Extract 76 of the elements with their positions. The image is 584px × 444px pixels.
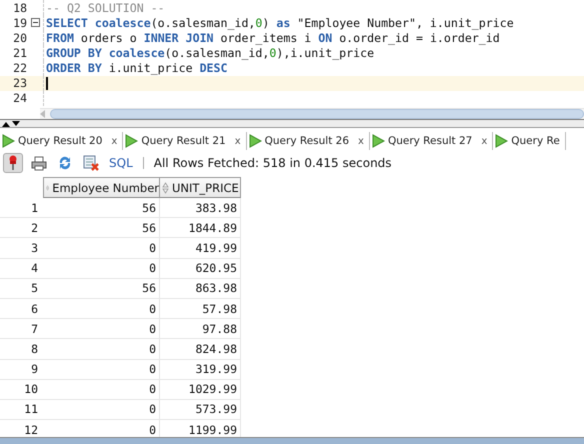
table-cell: 56 xyxy=(44,218,160,238)
collapse-icon[interactable] xyxy=(30,18,40,28)
delete-icon xyxy=(82,155,100,171)
result-tab[interactable]: Query Result 21 x xyxy=(123,132,247,150)
status-text: All Rows Fetched: 518 in 0.415 seconds xyxy=(154,156,392,170)
row-number: 1 xyxy=(0,198,44,218)
column-header[interactable]: Employee Number xyxy=(43,177,160,198)
code-line: ORDER BY i.unit_price DESC xyxy=(45,61,228,76)
table-cell: 419.99 xyxy=(160,238,241,259)
play-icon xyxy=(495,134,508,148)
close-button[interactable]: x xyxy=(234,136,241,146)
pin-icon xyxy=(7,155,19,171)
line-number: 20 xyxy=(12,30,27,45)
sql-link[interactable]: SQL xyxy=(109,156,133,170)
play-icon xyxy=(372,134,385,148)
column-title: Employee Number xyxy=(52,180,159,194)
table-cell: 97.88 xyxy=(160,319,241,340)
table-cell: 383.98 xyxy=(160,198,241,218)
table-cell: 1029.99 xyxy=(160,380,241,400)
table-cell: 0 xyxy=(44,298,160,320)
close-button[interactable]: x xyxy=(358,136,364,146)
line-number: 23 xyxy=(12,76,27,90)
table-cell: 0 xyxy=(44,400,160,420)
refresh-icon xyxy=(57,155,73,171)
horizontal-scrollbar[interactable] xyxy=(0,437,584,444)
code-line: GROUP BY coalesce(o.salesman_id,0),i.unit_price xyxy=(45,46,374,60)
table-cell: 824.98 xyxy=(160,339,241,360)
play-icon xyxy=(248,134,262,148)
table-cell: 56 xyxy=(44,198,160,218)
row-number: 2 xyxy=(0,218,44,238)
row-number: 10 xyxy=(0,380,44,400)
row-number: 11 xyxy=(0,400,44,420)
table-cell: 0 xyxy=(44,238,160,259)
pin-button[interactable] xyxy=(3,153,23,173)
table-cell: 0 xyxy=(44,258,160,279)
sort-icon xyxy=(162,182,169,194)
close-button[interactable]: x xyxy=(111,136,118,146)
table-cell: 56 xyxy=(44,278,160,299)
row-number: 6 xyxy=(0,298,44,320)
row-number: 7 xyxy=(0,319,44,340)
play-icon xyxy=(2,134,15,148)
splitter-arrows-icon[interactable] xyxy=(2,120,20,126)
table-cell: 0 xyxy=(44,380,160,400)
table-cell: 319.99 xyxy=(160,360,241,380)
line-number: 24 xyxy=(12,91,27,106)
line-number: 19 xyxy=(12,16,27,30)
printer-icon xyxy=(31,156,47,170)
row-number: 3 xyxy=(0,238,44,259)
table-cell: 0 xyxy=(44,339,160,360)
line-number: 21 xyxy=(12,46,27,60)
line-number: 22 xyxy=(12,61,27,76)
row-number: 9 xyxy=(0,360,44,380)
row-number: 5 xyxy=(0,278,44,299)
result-tab[interactable]: Query Result 26 x xyxy=(246,132,370,150)
code-line: FROM orders o INNER JOIN order_items i ON o.order_id = i.order_id xyxy=(45,30,500,45)
table-cell: 0 xyxy=(44,360,160,380)
result-tab[interactable]: Query Re xyxy=(493,132,566,150)
table-cell: 573.99 xyxy=(160,400,241,420)
table-cell: 0 xyxy=(44,319,160,340)
column-header[interactable]: UNIT_PRICE xyxy=(159,177,241,198)
table-cell: 620.95 xyxy=(160,258,241,279)
row-number: 8 xyxy=(0,339,44,360)
delete-button[interactable] xyxy=(81,153,101,173)
code-line: -- Q2 SOLUTION -- xyxy=(45,0,165,15)
result-tab[interactable]: Query Result 27 x xyxy=(370,132,494,150)
table-cell: 863.98 xyxy=(160,278,241,299)
play-icon xyxy=(125,134,138,148)
column-title: UNIT_PRICE xyxy=(172,180,239,194)
table-cell: 1844.89 xyxy=(160,218,241,238)
close-button[interactable]: x xyxy=(481,136,488,146)
result-tab[interactable]: Query Result 20 x xyxy=(0,132,124,150)
line-number: 18 xyxy=(12,0,27,15)
text-cursor xyxy=(46,76,48,90)
code-line: SELECT coalesce(o.salesman_id,0) as "Employee Number", i.unit_price xyxy=(45,16,514,30)
row-number: 4 xyxy=(0,258,44,279)
table-cell: 57.98 xyxy=(160,298,241,320)
